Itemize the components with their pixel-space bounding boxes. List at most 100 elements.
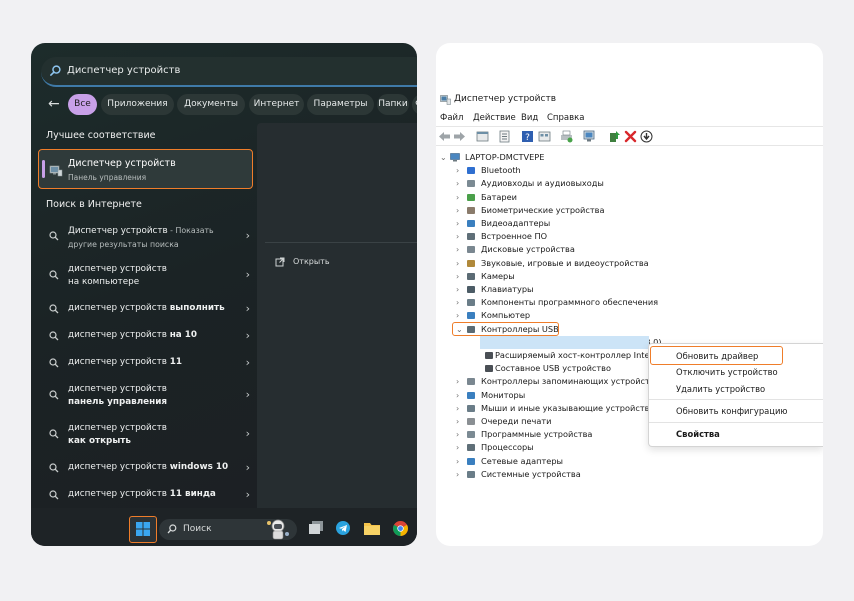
view-icon[interactable] [538, 130, 551, 143]
console-icon[interactable] [476, 130, 489, 143]
web-result-6[interactable]: диспетчер устройств как открыть › [38, 422, 250, 448]
usb-controllers-highlight [452, 322, 559, 336]
tree-item-label: Дисковые устройства [481, 244, 575, 255]
device-manager-icon [49, 165, 63, 177]
web-result-text: диспетчер устройств [68, 462, 170, 472]
web-result-8[interactable]: диспетчер устройств 11 винда › [38, 488, 250, 502]
chevron-right-icon[interactable]: › [456, 309, 459, 322]
chevron-right-icon: › [245, 388, 250, 401]
taskbar-search[interactable]: Поиск [159, 519, 297, 540]
chevron-right-icon[interactable]: › [456, 375, 459, 388]
tab-all[interactable]: Все [68, 94, 97, 115]
search-icon [49, 429, 59, 439]
web-result-3[interactable]: диспетчер устройств на 10 › [38, 329, 250, 343]
tab-settings[interactable]: Параметры [307, 94, 374, 115]
web-result-5[interactable]: диспетчер устройств панель управления › [38, 383, 250, 409]
chevron-right-icon: › [245, 268, 250, 281]
chevron-right-icon[interactable]: › [456, 270, 459, 283]
device-category-icon [467, 286, 475, 293]
chevron-right-icon[interactable]: › [456, 428, 459, 441]
help-icon[interactable]: ? [521, 130, 534, 143]
search-input[interactable]: Диспетчер устройств [41, 57, 417, 87]
chevron-right-icon[interactable]: › [456, 296, 459, 309]
menu-file[interactable]: Файл [440, 113, 463, 123]
tab-folders[interactable]: Папки [377, 94, 409, 115]
update-driver-icon[interactable] [608, 130, 621, 143]
device-category-icon [467, 312, 475, 320]
chevron-right-icon[interactable]: › [456, 455, 459, 468]
task-view-icon[interactable] [309, 521, 323, 535]
chevron-right-icon[interactable]: › [456, 204, 459, 217]
device-category-icon [467, 470, 475, 478]
web-result-2[interactable]: диспетчер устройств выполнить › [38, 302, 250, 316]
tree-item-label: Компьютер [481, 310, 531, 321]
menu-disable-device[interactable]: Отключить устройство [676, 367, 778, 377]
uninstall-icon[interactable] [624, 130, 637, 143]
update-driver-highlight [650, 346, 783, 365]
chevron-right-icon[interactable]: › [456, 402, 459, 415]
telegram-icon[interactable] [336, 521, 350, 535]
chevron-right-icon[interactable]: › [456, 230, 459, 243]
device-category-icon [485, 365, 493, 373]
taskbar-search-label: Поиск [183, 524, 212, 534]
menu-view[interactable]: Вид [521, 113, 538, 123]
menu-help[interactable]: Справка [547, 113, 584, 123]
chevron-right-icon[interactable]: › [456, 217, 459, 230]
chevron-right-icon[interactable]: › [456, 243, 459, 256]
tree-item-label: Сетевые адаптеры [481, 455, 564, 466]
tree-item-label: Системные устройства [481, 468, 581, 479]
tree-item-label: Аудиовходы и аудиовыходы [481, 178, 604, 189]
chrome-icon[interactable] [393, 521, 408, 536]
web-result-0[interactable]: Диспетчер устройств - Показать другие ре… [38, 224, 250, 250]
search-icon [49, 358, 59, 368]
chevron-right-icon[interactable]: › [456, 441, 459, 454]
web-result-text: диспетчер устройств [68, 423, 167, 433]
web-result-1[interactable]: диспетчер устройств на компьютере › [38, 263, 250, 289]
start-button[interactable] [129, 516, 157, 543]
web-result-7[interactable]: диспетчер устройств windows 10 › [38, 461, 250, 475]
chevron-right-icon[interactable]: › [456, 257, 459, 270]
menu-scan-hardware[interactable]: Обновить конфигурацию [676, 406, 787, 416]
web-result-bold: на 10 [169, 330, 198, 340]
properties-icon[interactable] [498, 130, 511, 143]
web-result-4[interactable]: диспетчер устройств 11 › [38, 356, 250, 370]
tree-item-label: Bluetooth [481, 165, 521, 176]
web-search-heading: Поиск в Интернете [46, 199, 142, 210]
chevron-right-icon[interactable]: › [456, 191, 459, 204]
back-arrow-icon[interactable]: ← [48, 97, 60, 111]
chevron-right-icon[interactable]: › [456, 389, 459, 402]
download-icon[interactable] [640, 130, 653, 143]
best-match-result[interactable]: Диспетчер устройств Панель управления [38, 149, 253, 189]
tab-apps[interactable]: Приложения [101, 94, 174, 115]
back-arrow-icon[interactable] [438, 130, 451, 143]
forward-arrow-icon[interactable] [453, 130, 466, 143]
device-category-icon [467, 167, 475, 175]
menu-properties[interactable]: Свойства [676, 429, 720, 439]
menu-action[interactable]: Действие [473, 113, 516, 123]
device-category-icon [467, 180, 475, 188]
search-icon [49, 490, 59, 500]
menu-uninstall-device[interactable]: Удалить устройство [676, 384, 765, 394]
search-icon [49, 463, 59, 473]
device-manager-window: Диспетчер устройств Файл Действие Вид Сп… [436, 43, 823, 546]
tab-more[interactable]: Ф [412, 94, 417, 115]
search-icon [49, 231, 59, 241]
print-icon[interactable] [560, 130, 573, 143]
search-icon [50, 65, 61, 76]
scan-hardware-icon[interactable] [583, 130, 596, 143]
device-category-icon [467, 193, 475, 201]
device-category-icon [467, 431, 475, 439]
tab-internet[interactable]: Интернет [249, 94, 304, 115]
device-category-icon [467, 259, 475, 267]
chevron-right-icon: › [245, 329, 250, 342]
chevron-right-icon[interactable]: › [456, 283, 459, 296]
tab-documents[interactable]: Документы [177, 94, 245, 115]
toolbar: ? [436, 126, 823, 146]
windows-search-panel: Диспетчер устройств ← Все Приложения Док… [31, 43, 417, 546]
chevron-right-icon[interactable]: › [456, 468, 459, 481]
chevron-right-icon[interactable]: › [456, 177, 459, 190]
open-action[interactable]: Открыть [293, 257, 330, 266]
chevron-right-icon[interactable]: › [456, 164, 459, 177]
folder-icon[interactable] [364, 521, 380, 535]
chevron-right-icon[interactable]: › [456, 415, 459, 428]
